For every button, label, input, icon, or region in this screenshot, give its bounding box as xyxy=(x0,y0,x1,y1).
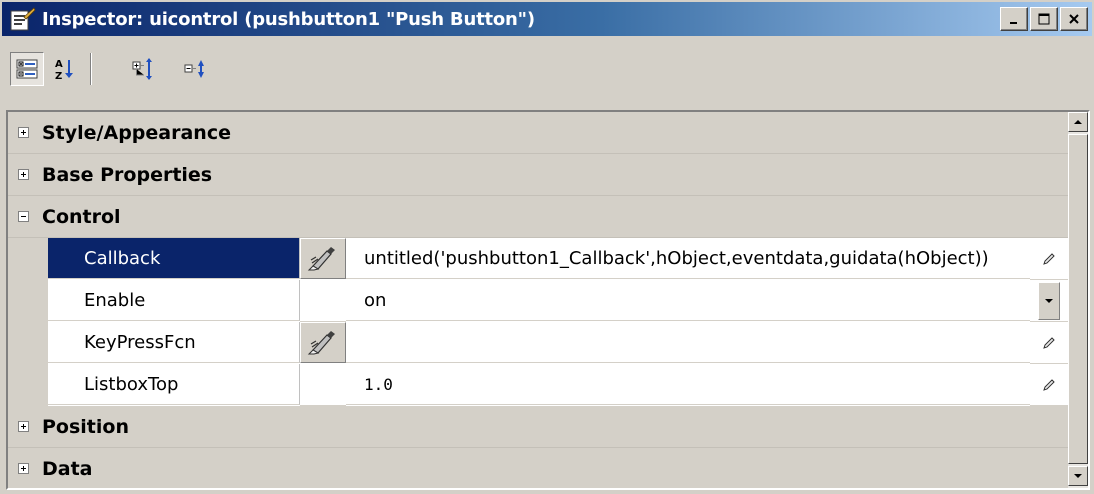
property-name[interactable]: Enable xyxy=(48,280,300,321)
callback-editor-icon xyxy=(307,331,335,355)
category-position[interactable]: Position xyxy=(8,406,1068,448)
edit-keypressfcn-button[interactable] xyxy=(300,322,346,363)
inspector-window: Inspector: uicontrol (pushbutton1 "Push … xyxy=(0,0,1094,494)
property-name[interactable]: Callback xyxy=(48,238,300,279)
dropdown-arrow-icon xyxy=(1045,298,1053,303)
toolbar-separator xyxy=(90,53,92,85)
inspector-app-icon xyxy=(10,7,36,31)
expand-icon[interactable] xyxy=(18,127,29,138)
property-row-listboxtop[interactable]: ListboxTop 1.0 xyxy=(8,364,1068,406)
callback-value-field[interactable]: untitled('pushbutton1_Callback',hObject,… xyxy=(346,238,1030,279)
keypressfcn-value-field[interactable] xyxy=(346,322,1030,363)
collapse-all-button[interactable] xyxy=(178,52,212,86)
category-data[interactable]: Data xyxy=(8,448,1068,488)
callback-editor-icon xyxy=(307,247,335,271)
enable-dropdown-button[interactable] xyxy=(1038,281,1060,320)
scroll-up-arrow-icon xyxy=(1074,120,1082,124)
property-row-callback[interactable]: Callback untitled('pushbutton1_Callback'… xyxy=(8,238,1068,280)
scroll-down-button[interactable] xyxy=(1068,466,1088,486)
category-label: Data xyxy=(42,458,93,480)
pencil-icon xyxy=(1043,336,1055,349)
svg-text:A: A xyxy=(55,59,63,70)
row-gutter xyxy=(8,364,48,406)
maximize-icon xyxy=(1038,13,1050,25)
dropdown-cell[interactable] xyxy=(1030,280,1068,322)
pencil-icon xyxy=(1043,378,1055,391)
minimize-icon xyxy=(1010,22,1017,24)
property-name[interactable]: KeyPressFcn xyxy=(48,322,300,363)
categorized-view-button[interactable] xyxy=(10,52,44,86)
property-row-keypressfcn[interactable]: KeyPressFcn xyxy=(8,322,1068,364)
edit-cell[interactable] xyxy=(1030,364,1068,406)
category-label: Position xyxy=(42,416,129,438)
category-label: Base Properties xyxy=(42,164,213,186)
edit-callback-button[interactable] xyxy=(300,238,346,279)
row-gutter xyxy=(8,280,48,322)
close-button[interactable] xyxy=(1060,7,1088,31)
collapse-icon[interactable] xyxy=(18,211,29,222)
expand-icon[interactable] xyxy=(18,421,29,432)
empty-icon-cell xyxy=(300,280,346,322)
scroll-thumb[interactable] xyxy=(1068,134,1088,464)
edit-cell[interactable] xyxy=(1030,238,1068,280)
property-name[interactable]: ListboxTop xyxy=(48,364,300,405)
category-view-icon xyxy=(16,59,38,79)
window-title: Inspector: uicontrol (pushbutton1 "Push … xyxy=(42,8,535,30)
pencil-icon xyxy=(1043,252,1055,265)
expand-icon[interactable] xyxy=(18,463,29,474)
category-style-appearance[interactable]: Style/Appearance xyxy=(8,112,1068,154)
svg-text:Z: Z xyxy=(55,71,62,81)
alphabetical-sort-button[interactable]: A Z xyxy=(48,52,82,86)
expand-icon[interactable] xyxy=(18,169,29,180)
property-grid: Style/Appearance Base Properties Control… xyxy=(6,110,1090,490)
listboxtop-value-field[interactable]: 1.0 xyxy=(346,364,1030,405)
expand-all-button[interactable] xyxy=(126,52,160,86)
sort-az-icon: A Z xyxy=(55,59,73,81)
category-label: Style/Appearance xyxy=(42,122,231,144)
scroll-down-arrow-icon xyxy=(1074,474,1082,478)
minimize-button[interactable] xyxy=(1000,7,1028,31)
category-label: Control xyxy=(42,206,121,228)
toolbar: A Z xyxy=(2,38,1092,102)
close-icon xyxy=(1069,14,1079,24)
expand-all-icon xyxy=(132,58,152,80)
enable-value-field[interactable]: on xyxy=(346,280,1030,321)
row-gutter xyxy=(8,322,48,364)
title-bar[interactable]: Inspector: uicontrol (pushbutton1 "Push … xyxy=(2,2,1092,36)
edit-cell[interactable] xyxy=(1030,322,1068,364)
row-gutter xyxy=(8,238,48,280)
property-row-enable[interactable]: Enable on xyxy=(8,280,1068,322)
category-control[interactable]: Control xyxy=(8,196,1068,238)
vertical-scrollbar[interactable] xyxy=(1068,112,1088,488)
maximize-button[interactable] xyxy=(1030,7,1058,31)
empty-icon-cell xyxy=(300,364,346,406)
collapse-all-icon xyxy=(184,60,204,78)
scroll-up-button[interactable] xyxy=(1068,112,1088,132)
category-base-properties[interactable]: Base Properties xyxy=(8,154,1068,196)
